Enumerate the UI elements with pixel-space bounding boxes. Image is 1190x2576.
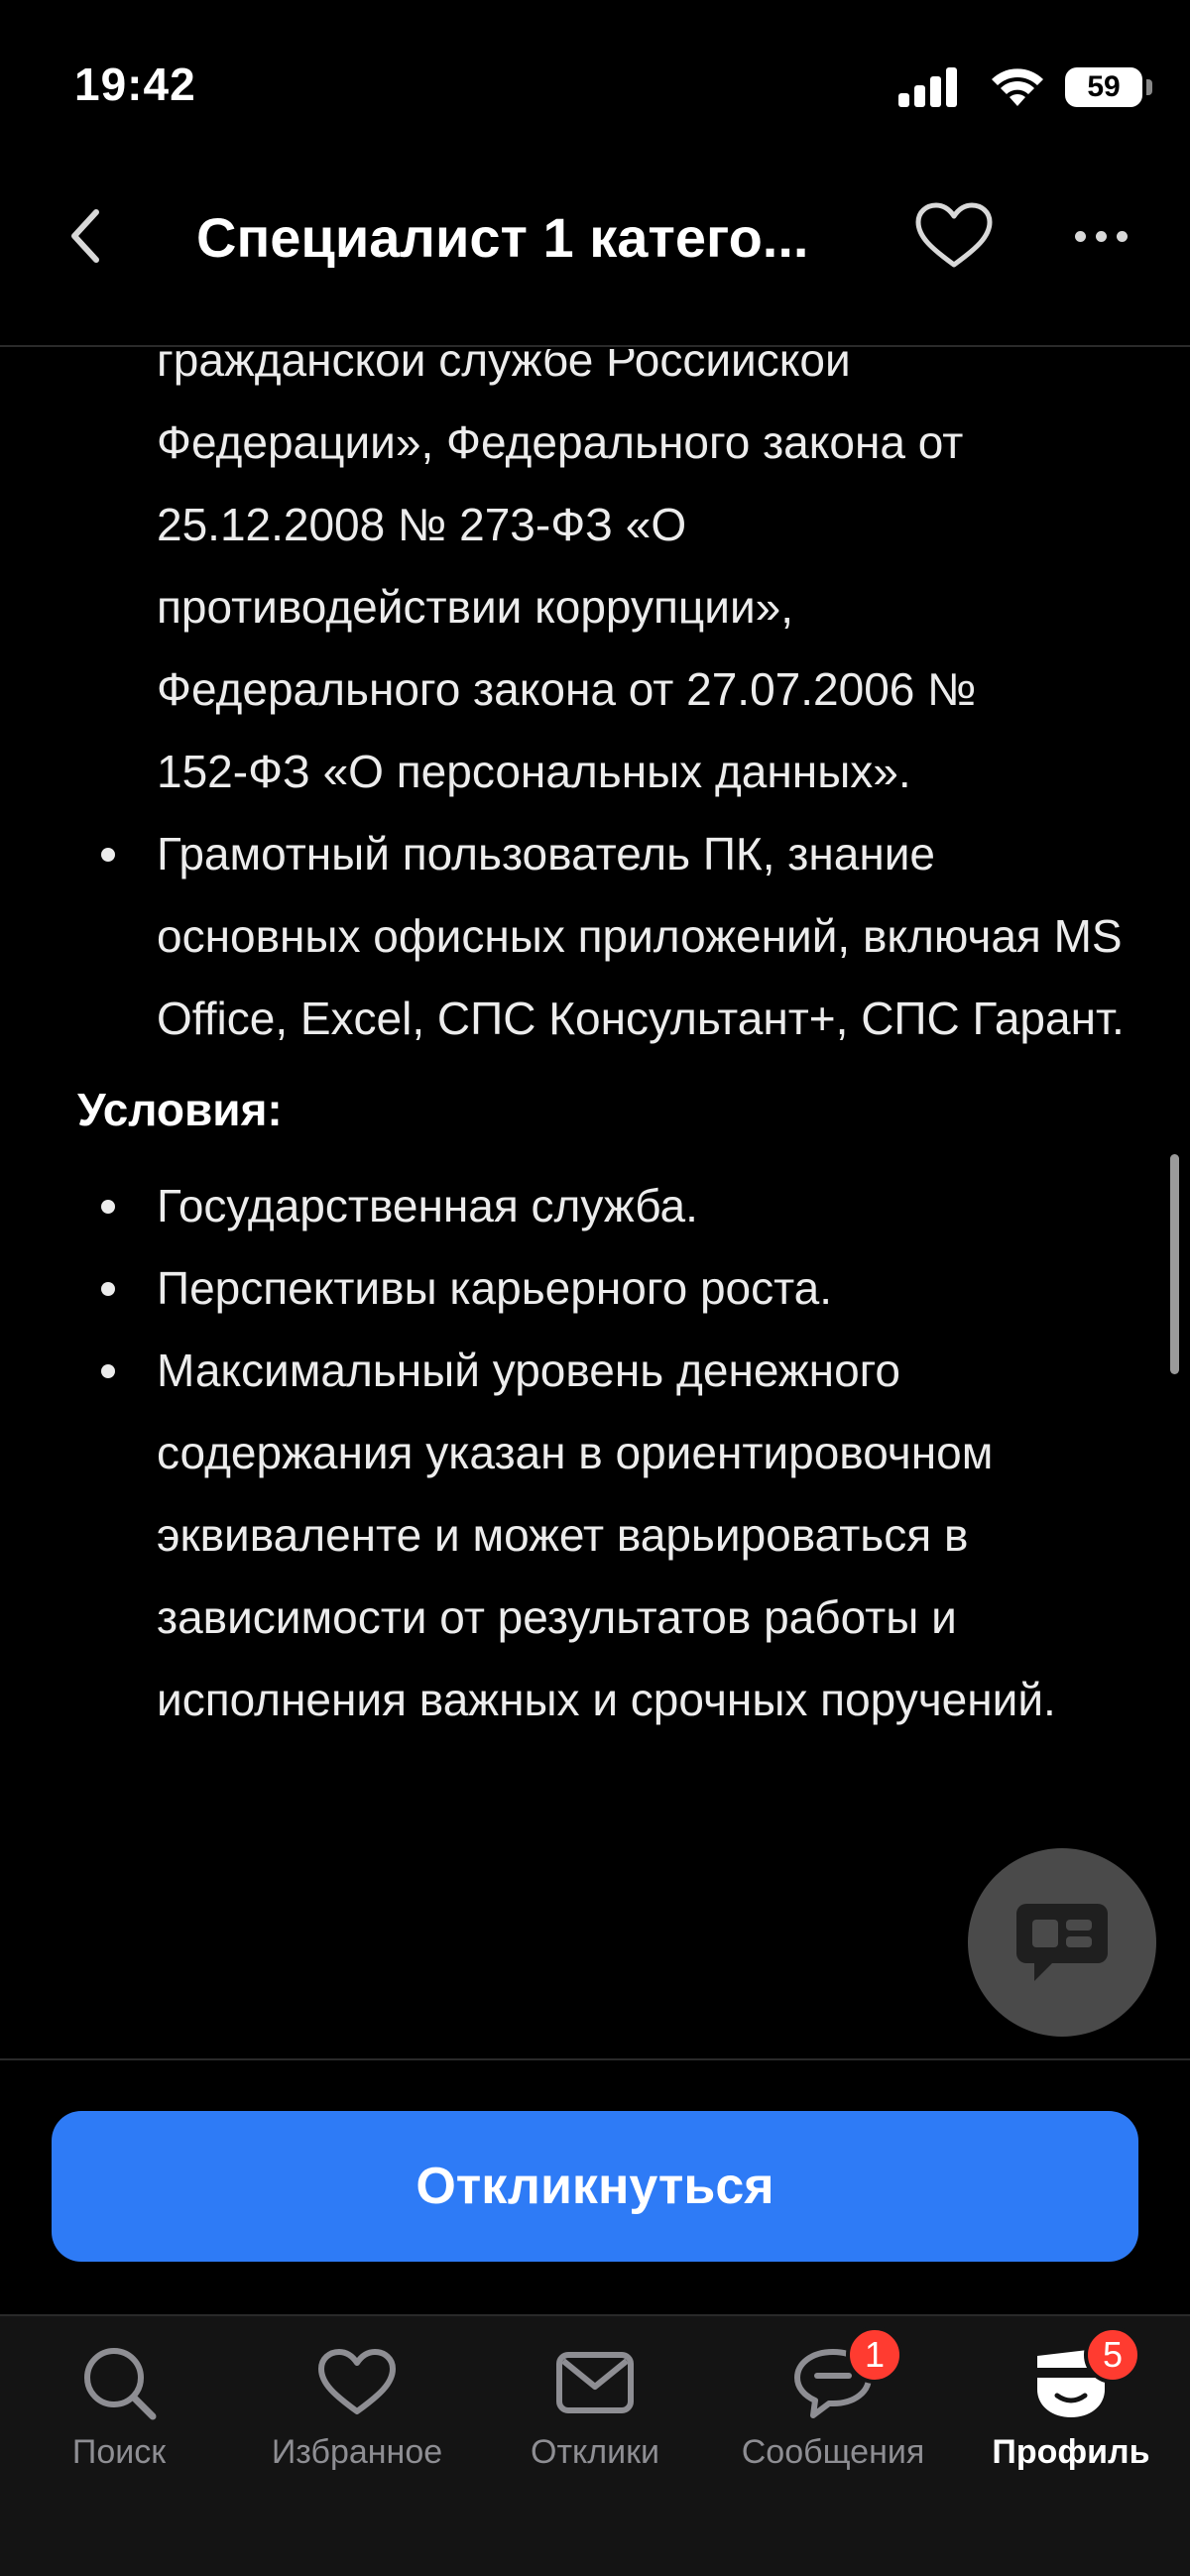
- more-options-icon[interactable]: [1059, 194, 1142, 278]
- text-line: 152-ФЗ «О персональных данных».: [157, 746, 911, 797]
- search-icon: [74, 2342, 164, 2423]
- respond-button[interactable]: Откликнуться: [52, 2111, 1138, 2262]
- chat-support-button[interactable]: [968, 1848, 1156, 2037]
- tab-favorites[interactable]: Избранное: [238, 2342, 476, 2491]
- chat-icon: [1016, 1904, 1108, 1981]
- battery-level: 59: [1087, 70, 1121, 103]
- tab-profile[interactable]: 5 Профиль: [952, 2326, 1190, 2491]
- condition-item: Государственная служба.: [0, 1165, 1190, 1247]
- envelope-icon: [550, 2342, 640, 2423]
- requirements-list: гражданской службе Российской Федерации»…: [0, 349, 1190, 1060]
- profile-avatar-icon: 5: [1026, 2326, 1141, 2423]
- status-time: 19:42: [74, 59, 196, 110]
- nav-header: Специалист 1 катего...: [0, 169, 1190, 347]
- favorite-heart-icon[interactable]: [912, 194, 996, 278]
- scroll-indicator[interactable]: [1170, 1154, 1179, 1374]
- conditions-list: Государственная служба. Перспективы карь…: [0, 1165, 1190, 1741]
- text-line: гражданской службе Российской: [157, 349, 851, 386]
- status-icons: 59: [898, 61, 1152, 113]
- tab-search[interactable]: Поиск: [0, 2342, 238, 2491]
- tab-label: Поиск: [71, 2433, 167, 2471]
- tab-label: Профиль: [992, 2433, 1150, 2471]
- vacancy-description[interactable]: гражданской службе Российской Федерации»…: [0, 349, 1190, 2058]
- condition-item: Максимальный уровень денежного содержани…: [0, 1330, 1190, 1741]
- text-line: противодействии коррупции»,: [157, 581, 794, 633]
- tab-messages[interactable]: 1 Сообщения: [714, 2326, 952, 2491]
- requirement-item: Грамотный пользователь ПК, знание основн…: [0, 813, 1190, 1060]
- action-area: Откликнуться: [0, 2058, 1190, 2314]
- cellular-signal-icon: [898, 67, 970, 107]
- profile-badge: 5: [1084, 2326, 1141, 2384]
- condition-item: Перспективы карьерного роста.: [0, 1247, 1190, 1330]
- text-line: Федерального закона от 27.07.2006 №: [157, 663, 977, 715]
- tab-label: Отклики: [531, 2433, 659, 2471]
- requirement-item-continued: гражданской службе Российской Федерации»…: [0, 349, 1190, 813]
- back-chevron-icon[interactable]: [55, 196, 114, 276]
- tab-label: Избранное: [271, 2433, 443, 2471]
- status-bar: 19:42 59: [0, 0, 1190, 169]
- messages-badge: 1: [846, 2326, 903, 2384]
- text-line: Федерации», Федерального закона от: [157, 416, 964, 468]
- tab-label: Сообщения: [741, 2433, 925, 2471]
- tab-responses[interactable]: Отклики: [476, 2342, 714, 2491]
- battery-indicator: 59: [1065, 67, 1142, 107]
- tab-bar: Поиск Избранное Отклики 1 Сообщения 5 Пр…: [0, 2314, 1190, 2576]
- heart-icon: [312, 2342, 402, 2423]
- chat-bubble-icon: 1: [788, 2326, 903, 2423]
- wifi-icon: [990, 66, 1045, 108]
- conditions-heading: Условия:: [77, 1084, 283, 1135]
- page-title: Специалист 1 катего...: [196, 206, 809, 269]
- text-line: 25.12.2008 № 273-ФЗ «О: [157, 499, 687, 550]
- battery-cap: [1146, 79, 1152, 95]
